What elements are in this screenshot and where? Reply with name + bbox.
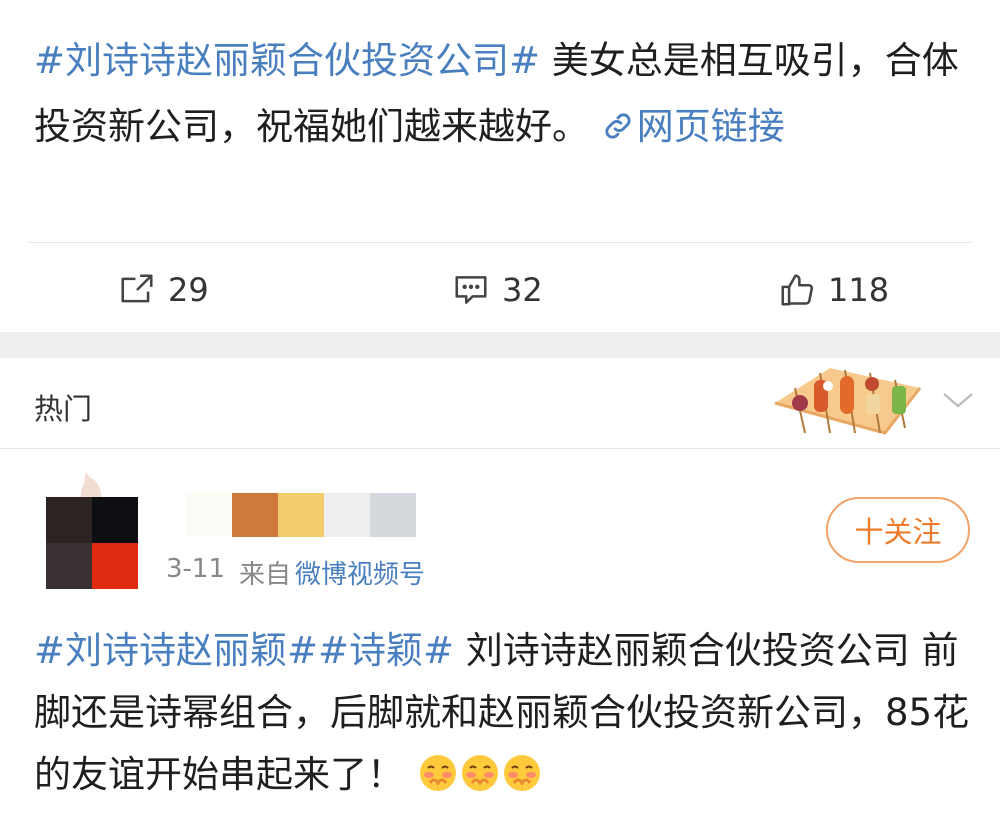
hashtag-link[interactable]: #刘诗诗赵丽颖合伙投资公司# xyxy=(34,39,540,82)
comment-count: 32 xyxy=(502,271,543,309)
post-date: 3-11 xyxy=(166,554,226,584)
from-label: 来自 xyxy=(239,560,292,590)
web-link-label: 网页链接 xyxy=(636,105,785,148)
username-pixelated[interactable] xyxy=(186,493,416,537)
section-separator xyxy=(0,332,1000,358)
hashtag-link[interactable]: #刘诗诗赵丽颖# xyxy=(34,629,318,672)
hot-section-header: 热门 xyxy=(0,358,1000,448)
blushing-emoji-icon xyxy=(461,755,498,791)
source-link[interactable]: 微博视频号 xyxy=(295,554,425,591)
hashtag-link[interactable]: #诗颖# xyxy=(318,629,454,672)
blushing-emoji-icon xyxy=(419,755,456,791)
avatar-decoration-icon xyxy=(80,472,102,500)
follow-label: 十关注 xyxy=(854,515,942,549)
blushing-emoji-icon xyxy=(503,755,540,791)
post-meta: 3-11 来自 微博视频号 xyxy=(166,554,425,591)
chevron-down-icon[interactable] xyxy=(940,388,976,412)
repost-icon xyxy=(121,274,153,303)
like-count: 118 xyxy=(828,271,890,309)
comment-post-text: #刘诗诗赵丽颖##诗颖# 刘诗诗赵丽颖合伙投资公司 前脚还是诗幂组合，后脚就和赵… xyxy=(34,620,974,806)
avatar[interactable] xyxy=(46,497,138,589)
comment-icon xyxy=(455,276,487,304)
action-bar: 29 32 118 xyxy=(0,262,1000,318)
like-button[interactable]: 118 xyxy=(778,262,889,318)
hot-label: 热门 xyxy=(34,392,93,426)
post-text: #刘诗诗赵丽颖合伙投资公司# 美女总是相互吸引，合体投资新公司，祝福她们越来越好… xyxy=(34,28,964,160)
divider xyxy=(28,242,972,243)
repost-button[interactable]: 29 xyxy=(118,262,209,318)
follow-button[interactable]: 十关注 xyxy=(826,497,970,563)
link-icon xyxy=(605,113,631,139)
comment-button[interactable]: 32 xyxy=(452,262,543,318)
like-icon xyxy=(781,274,814,306)
repost-count: 29 xyxy=(168,271,209,309)
divider xyxy=(0,448,1000,449)
web-link[interactable]: 网页链接 xyxy=(601,105,785,148)
skewers-sticker-icon xyxy=(774,368,922,435)
